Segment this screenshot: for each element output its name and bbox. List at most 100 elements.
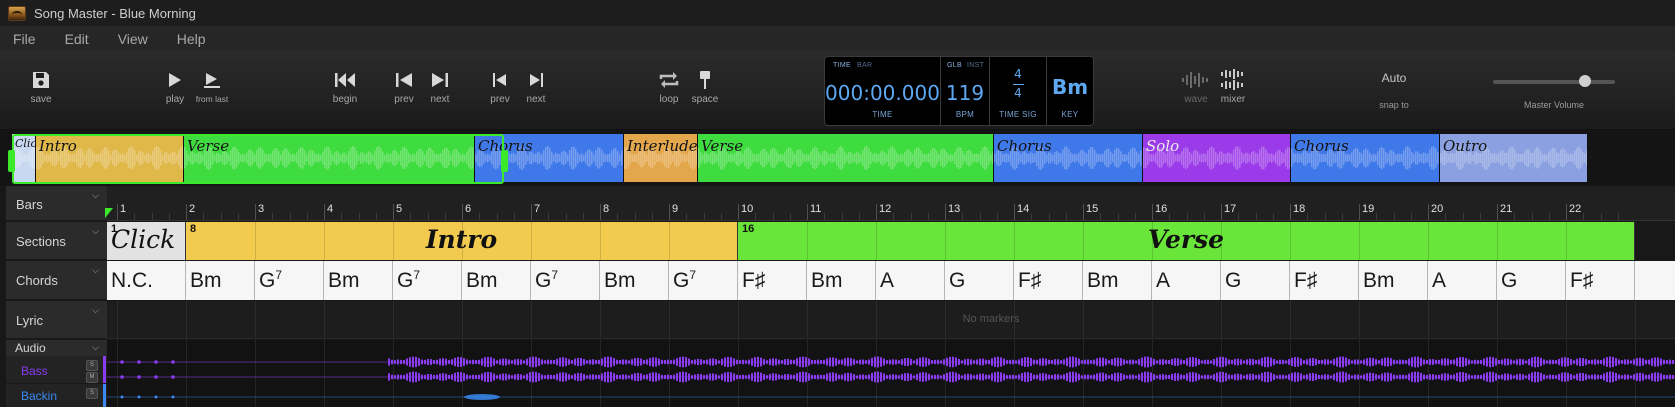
section-verse[interactable]: 16 Verse bbox=[738, 222, 1635, 260]
bar-ruler[interactable]: 1 2 3 4 5 6 7 8 9 10 11 12 13 14 15 16 17 18 19 20 21 22 bbox=[107, 186, 1675, 221]
chord-cell[interactable]: A bbox=[1152, 261, 1221, 300]
snap-to-dropdown[interactable]: Auto bbox=[1364, 71, 1424, 85]
menu-edit[interactable]: Edit bbox=[65, 31, 89, 47]
bar-tick bbox=[462, 204, 463, 220]
lyric-track-header[interactable]: Lyric ⌵ bbox=[6, 301, 107, 339]
next-section-button[interactable]: next bbox=[511, 69, 561, 105]
window-title: Song Master - Blue Morning bbox=[34, 5, 196, 21]
menu-bar: File Edit View Help bbox=[0, 26, 1675, 51]
chevron-down-icon[interactable]: ⌵ bbox=[92, 305, 99, 316]
chord-cell[interactable]: G bbox=[1221, 261, 1290, 300]
bass-mute-button[interactable]: M bbox=[86, 372, 98, 383]
selection-right-handle[interactable] bbox=[501, 150, 508, 172]
mixer-icon bbox=[1221, 69, 1243, 90]
chord-root: G bbox=[1501, 269, 1518, 292]
overview-section-name: Solo bbox=[1146, 137, 1180, 155]
bpm-display[interactable]: GLB INST 119 BPM bbox=[941, 57, 990, 125]
chord-cell[interactable]: Bm bbox=[1359, 261, 1428, 300]
audio-lanes[interactable] bbox=[107, 340, 1675, 407]
sections-lane[interactable]: 1 Click 8 Intro 16 Verse bbox=[107, 222, 1675, 260]
chord-cell[interactable]: Bm bbox=[600, 261, 669, 300]
chord-cell[interactable]: N.C. bbox=[107, 261, 186, 300]
chevron-down-icon[interactable]: ⌵ bbox=[92, 265, 99, 276]
chord-cell[interactable]: F♯ bbox=[1290, 261, 1359, 300]
chord-cell[interactable]: F♯ bbox=[738, 261, 807, 300]
chord-cell[interactable]: G7 bbox=[255, 261, 324, 300]
section-intro[interactable]: 8 Intro bbox=[186, 222, 738, 260]
bass-solo-button[interactable]: S bbox=[86, 360, 98, 371]
chord-cell[interactable]: G7 bbox=[669, 261, 738, 300]
chord-cell[interactable]: F♯ bbox=[1566, 261, 1635, 300]
time-label: TIME bbox=[872, 110, 893, 119]
beat-tick bbox=[134, 213, 136, 220]
next-bar-button[interactable]: next bbox=[415, 69, 465, 105]
chord-cell[interactable]: G7 bbox=[393, 261, 462, 300]
time-signature-display[interactable]: 4 4 TIME SIG bbox=[990, 57, 1047, 125]
chevron-down-icon[interactable]: ⌵ bbox=[92, 342, 99, 353]
chord-cell[interactable]: G7 bbox=[531, 261, 600, 300]
bar-number: 13 bbox=[948, 203, 961, 215]
mixer-button[interactable]: mixer bbox=[1208, 69, 1258, 105]
chords-track-header[interactable]: Chords ⌵ bbox=[6, 261, 107, 300]
time-sig-label: TIME SIG bbox=[999, 110, 1037, 119]
beat-tick bbox=[565, 213, 567, 220]
beat-tick bbox=[479, 213, 481, 220]
loop-label: loop bbox=[659, 94, 679, 105]
next-bar-icon bbox=[432, 73, 448, 87]
chord-cell[interactable]: Bm bbox=[807, 261, 876, 300]
master-volume-handle[interactable] bbox=[1578, 75, 1591, 87]
overview-selection[interactable] bbox=[8, 134, 508, 184]
beat-tick bbox=[375, 213, 377, 220]
chord-cell[interactable]: Bm bbox=[1083, 261, 1152, 300]
chevron-down-icon[interactable]: ⌵ bbox=[92, 190, 99, 201]
lyric-lane[interactable]: No markers bbox=[107, 301, 1675, 339]
play-from-last-button[interactable]: from last bbox=[187, 69, 237, 104]
bar-number: 4 bbox=[327, 203, 334, 215]
backing-solo-button[interactable]: S bbox=[86, 388, 98, 399]
audio-track-header[interactable]: Audio ⌵ bbox=[6, 340, 107, 356]
chords-lane[interactable]: N.C. Bm G7 Bm G7 Bm G7 Bm G7 F♯ Bm A G F♯ Bm A G F♯ Bm A G F♯ bbox=[107, 261, 1675, 300]
bar-number: 21 bbox=[1500, 203, 1513, 215]
chord-cell[interactable]: F♯ bbox=[1014, 261, 1083, 300]
inst-tag: INST bbox=[967, 62, 985, 69]
chevron-down-icon[interactable]: ⌵ bbox=[92, 226, 99, 237]
menu-view[interactable]: View bbox=[118, 31, 148, 47]
sections-track-header[interactable]: Sections ⌵ bbox=[6, 222, 107, 260]
chord-cell[interactable]: Bm bbox=[324, 261, 393, 300]
bar-number: 20 bbox=[1431, 203, 1444, 215]
section-click[interactable]: 1 Click bbox=[107, 222, 186, 260]
chord-cell[interactable]: G bbox=[1497, 261, 1566, 300]
loop-icon bbox=[659, 72, 679, 88]
bar-tick bbox=[186, 204, 187, 220]
beat-tick bbox=[1203, 213, 1205, 220]
beat-tick bbox=[1272, 213, 1274, 220]
overview-section-chorus[interactable]: Chorus bbox=[1291, 134, 1440, 182]
chord-cell[interactable]: G bbox=[945, 261, 1014, 300]
chord-root: A bbox=[1432, 269, 1447, 292]
menu-help[interactable]: Help bbox=[177, 31, 206, 47]
chord-root: Bm bbox=[1087, 269, 1119, 292]
space-button[interactable]: space bbox=[680, 69, 730, 105]
menu-file[interactable]: File bbox=[13, 31, 36, 47]
bars-track-header[interactable]: Bars ⌵ bbox=[6, 186, 107, 221]
save-button[interactable]: save bbox=[16, 69, 66, 105]
overview-section-solo[interactable]: Solo bbox=[1143, 134, 1291, 182]
chord-cell[interactable]: Bm bbox=[462, 261, 531, 300]
beat-tick bbox=[1376, 213, 1378, 220]
bass-track-header[interactable]: Bass S M bbox=[6, 356, 107, 383]
chord-cell[interactable]: A bbox=[876, 261, 945, 300]
time-display[interactable]: TIME BAR 000:00.000 TIME bbox=[825, 57, 941, 125]
master-volume-slider[interactable] bbox=[1493, 75, 1615, 87]
overview-section-chorus[interactable]: Chorus bbox=[994, 134, 1143, 182]
overview-section-outro[interactable]: Outro bbox=[1440, 134, 1588, 182]
key-display[interactable]: Bm KEY bbox=[1047, 57, 1093, 125]
beat-tick bbox=[272, 213, 274, 220]
backing-track-header[interactable]: Backin S bbox=[6, 384, 107, 407]
chord-cell[interactable]: Bm bbox=[186, 261, 255, 300]
chord-cell[interactable]: A bbox=[1428, 261, 1497, 300]
selection-left-handle[interactable] bbox=[8, 150, 15, 172]
overview-section-interlude[interactable]: Interlude bbox=[624, 134, 698, 182]
beat-tick bbox=[1393, 213, 1395, 220]
overview-section-verse[interactable]: Verse bbox=[698, 134, 994, 182]
begin-button[interactable]: begin bbox=[320, 69, 370, 105]
